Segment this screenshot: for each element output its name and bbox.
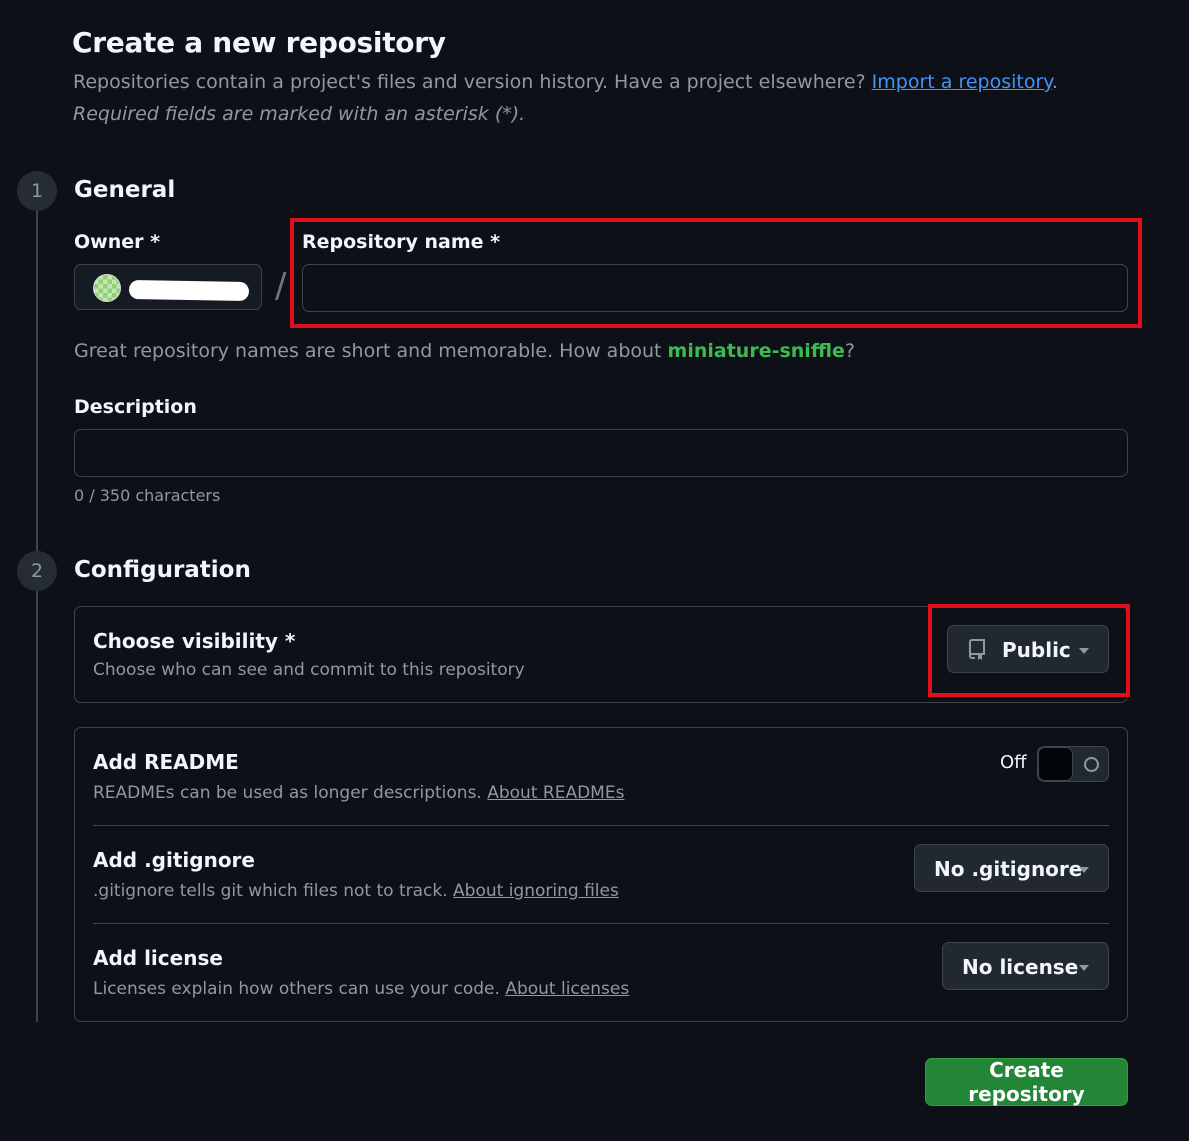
description-char-count: 0 / 350 characters — [74, 486, 221, 505]
about-readmes-link[interactable]: About READMEs — [487, 783, 624, 803]
toggle-off-icon — [1084, 757, 1099, 772]
license-description-text: Licenses explain how others can use your… — [93, 979, 500, 999]
step-timeline-line — [36, 196, 38, 1022]
repository-name-input[interactable] — [302, 264, 1128, 312]
readme-description-text: READMEs can be used as longer descriptio… — [93, 783, 482, 803]
owner-repo-separator: / — [275, 266, 287, 306]
hint-suffix: ? — [844, 340, 856, 362]
owner-name-redacted — [128, 279, 250, 302]
gitignore-dropdown-button[interactable]: No .gitignore — [914, 844, 1109, 892]
suggested-name[interactable]: miniature-sniffle — [668, 340, 845, 362]
general-section-heading: General — [74, 177, 176, 203]
visibility-title: Choose visibility * — [93, 629, 296, 653]
create-repository-page: Create a new repository Repositories con… — [0, 0, 1189, 1141]
license-dropdown-label: No license — [962, 955, 1079, 979]
gitignore-description: .gitignore tells git which files not to … — [93, 881, 619, 901]
license-dropdown-button[interactable]: No license — [942, 942, 1109, 990]
description-label: Description — [74, 396, 197, 418]
description-input[interactable] — [74, 429, 1128, 477]
owner-select[interactable] — [74, 264, 262, 310]
gitignore-dropdown-label: No .gitignore — [934, 857, 1083, 881]
options-divider — [93, 923, 1109, 924]
about-ignoring-files-link[interactable]: About ignoring files — [453, 881, 619, 901]
subtitle-text: Repositories contain a project's files a… — [73, 71, 866, 93]
chevron-down-icon — [1079, 867, 1089, 873]
hint-prefix: Great repository names are short and mem… — [74, 340, 668, 362]
options-divider — [93, 825, 1109, 826]
owner-avatar — [93, 274, 121, 302]
create-repository-button[interactable]: Create repository — [925, 1058, 1128, 1106]
readme-toggle[interactable] — [1037, 746, 1109, 782]
visibility-dropdown-button[interactable]: Public — [947, 625, 1109, 673]
repository-name-label: Repository name * — [302, 231, 501, 253]
gitignore-title: Add .gitignore — [93, 848, 255, 872]
chevron-down-icon — [1079, 965, 1089, 971]
readme-title: Add README — [93, 750, 239, 774]
subtitle-end: . — [1051, 71, 1058, 93]
readme-toggle-state: Off — [1000, 752, 1027, 773]
step-1-badge: 1 — [17, 171, 57, 211]
import-repository-link[interactable]: Import a repository — [872, 71, 1052, 93]
visibility-dropdown-label: Public — [1002, 638, 1071, 662]
owner-label: Owner * — [74, 231, 161, 253]
repository-name-hint: Great repository names are short and mem… — [74, 340, 855, 362]
step-2-badge: 2 — [17, 551, 57, 591]
gitignore-description-text: .gitignore tells git which files not to … — [93, 881, 448, 901]
page-title: Create a new repository — [72, 26, 446, 59]
chevron-down-icon — [1079, 648, 1089, 654]
repo-icon — [968, 638, 988, 665]
license-title: Add license — [93, 946, 223, 970]
page-subtitle: Repositories contain a project's files a… — [73, 71, 1058, 93]
about-licenses-link[interactable]: About licenses — [505, 979, 629, 999]
visibility-description: Choose who can see and commit to this re… — [93, 660, 525, 680]
required-fields-note: Required fields are marked with an aster… — [73, 103, 526, 125]
configuration-section-heading: Configuration — [74, 557, 251, 583]
toggle-knob — [1038, 747, 1073, 781]
readme-description: READMEs can be used as longer descriptio… — [93, 783, 624, 803]
license-description: Licenses explain how others can use your… — [93, 979, 629, 999]
